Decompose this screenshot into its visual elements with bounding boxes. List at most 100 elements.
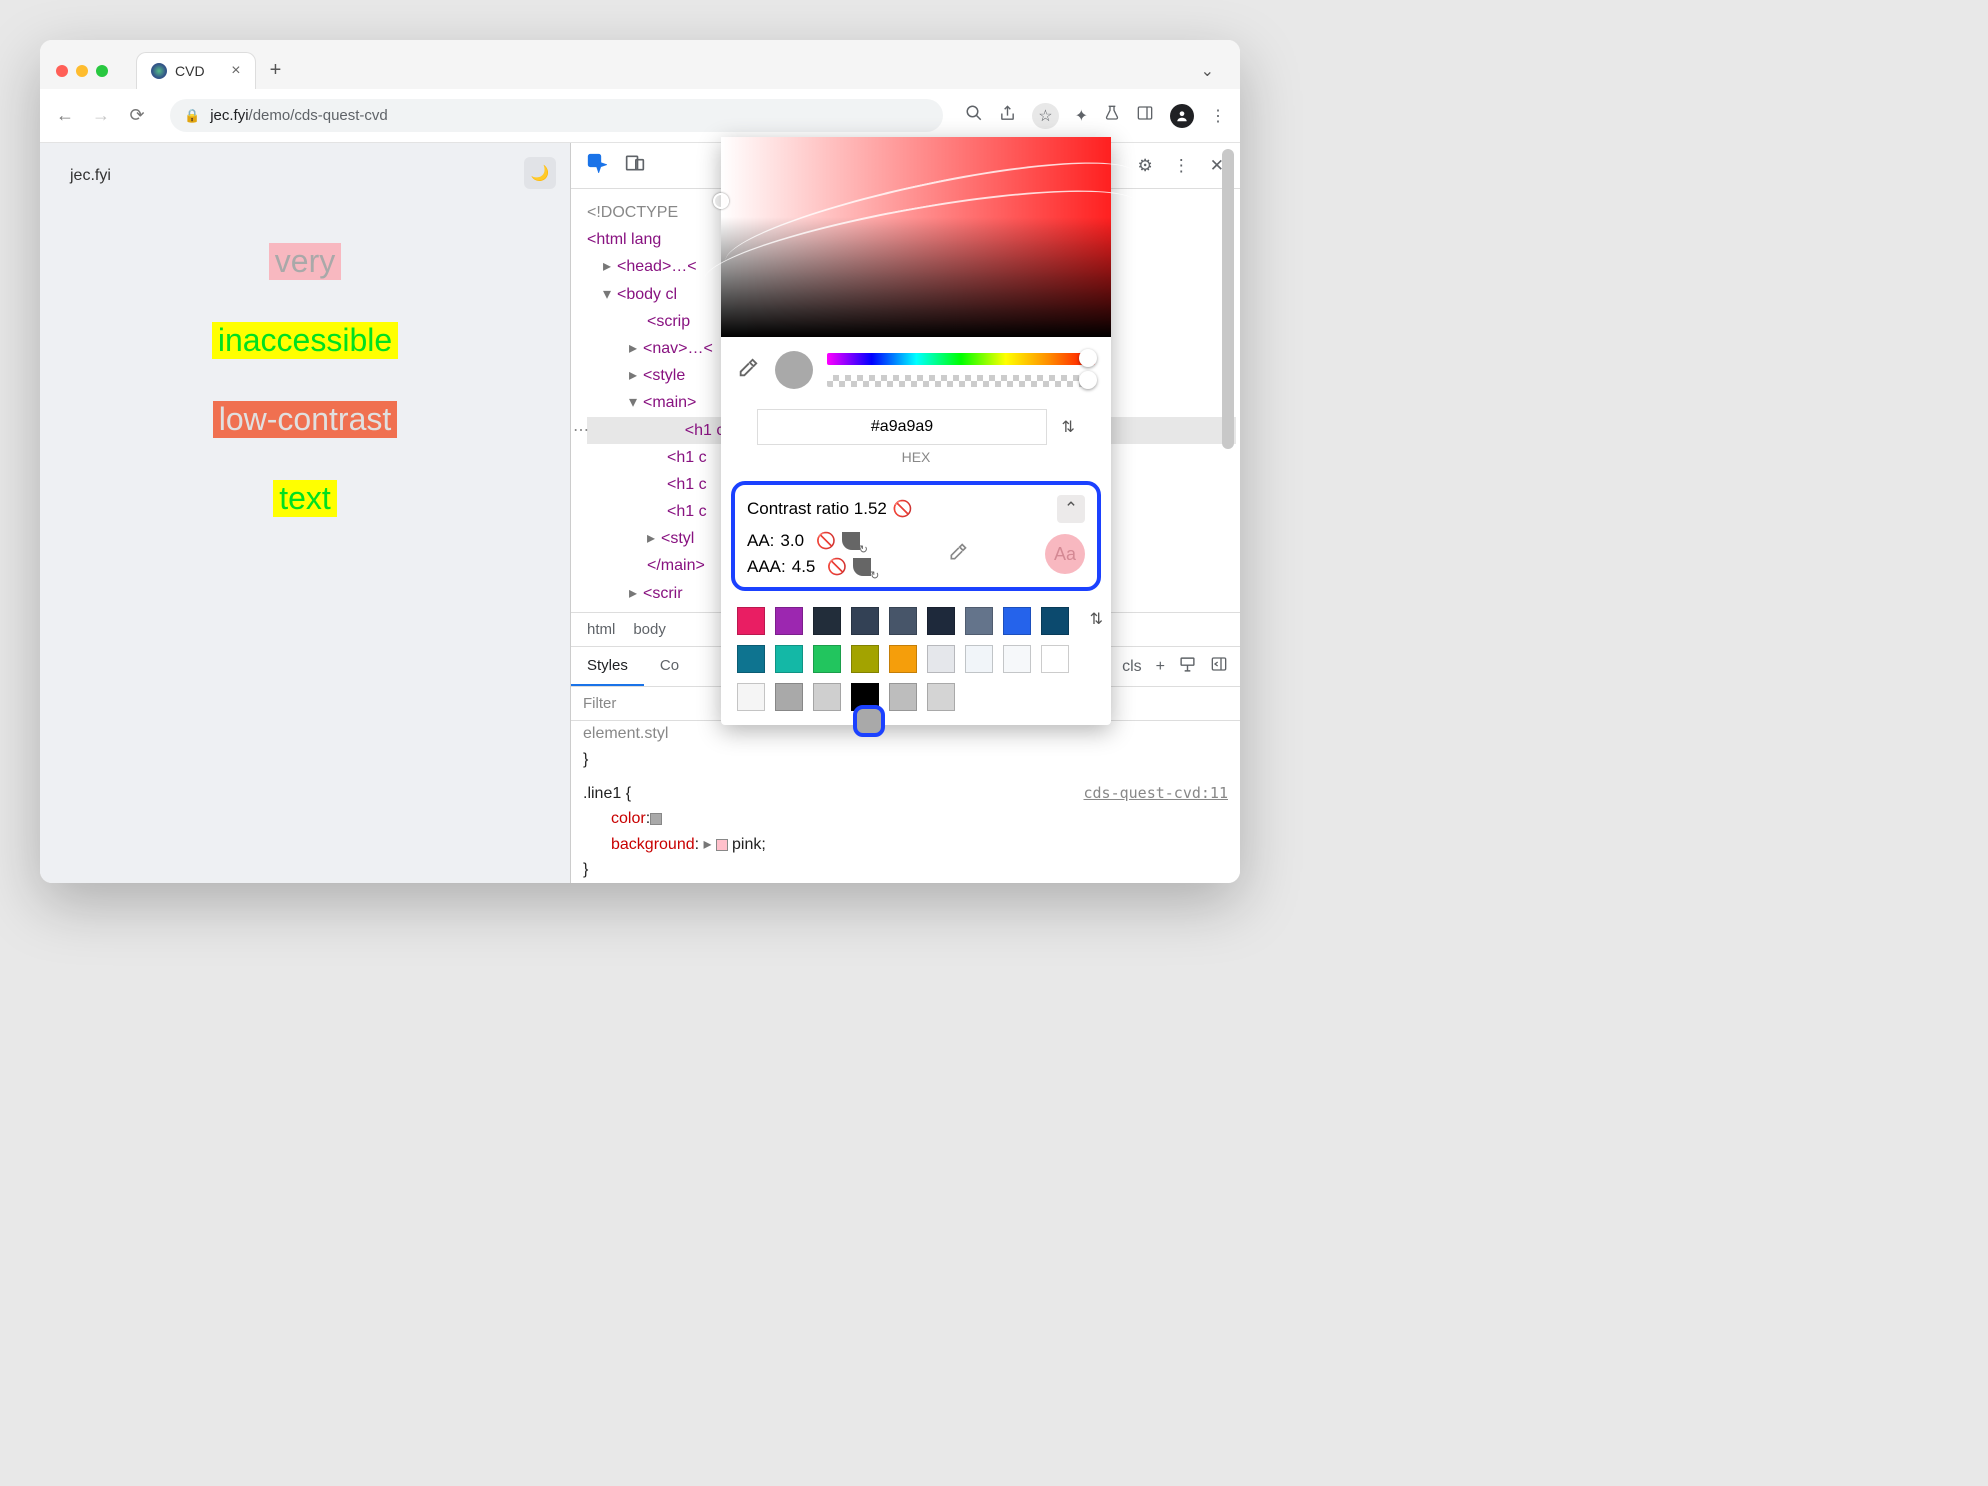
new-style-button[interactable]: + [1156,658,1165,676]
contrast-collapse-button[interactable]: ⌃ [1057,495,1085,523]
color-palette: ⇅ [721,597,1111,725]
styles-body: element.styl } cds-quest-cvd:11 .line1 {… [571,721,1240,883]
devtools-menu-icon[interactable]: ⋮ [1173,156,1190,176]
reload-button[interactable]: ⟳ [126,105,148,126]
devtools-panel: ⚙ ⋮ ✕ <!DOCTYPE <html lang ▸<head>…< ▾<b… [570,143,1240,883]
window-fullscreen-button[interactable] [96,65,108,77]
cls-toggle[interactable]: cls [1122,658,1142,676]
settings-icon[interactable]: ⚙ [1138,156,1153,176]
palette-swatch[interactable] [737,607,765,635]
alpha-slider[interactable] [827,375,1095,387]
inspect-element-icon[interactable] [587,153,607,178]
element-style-header: element.styl [583,721,1228,747]
dark-mode-toggle[interactable]: 🌙 [524,157,556,189]
sv-handle[interactable] [713,193,729,209]
tab-styles[interactable]: Styles [571,647,644,686]
palette-swatch[interactable] [775,645,803,673]
hue-slider[interactable] [827,353,1095,365]
bg-swatch[interactable] [716,839,728,851]
saturation-value-field[interactable] [721,137,1111,337]
contrast-fail-icon: 🚫 [893,499,913,519]
aaa-fail-icon: 🚫 [827,557,847,577]
palette-swatch[interactable] [1041,645,1069,673]
browser-window: CVD × + ⌄ ← → ⟳ 🔒 jec.fyi/demo/cds-quest… [40,40,1240,883]
palette-swatch[interactable] [851,645,879,673]
forward-button[interactable]: → [90,105,112,126]
palette-swatch[interactable] [1003,645,1031,673]
palette-swatch[interactable] [851,607,879,635]
palette-swatch[interactable] [737,645,765,673]
alpha-thumb[interactable] [1079,371,1097,389]
new-tab-button[interactable]: + [270,59,282,82]
eyedropper-icon[interactable] [737,357,761,384]
palette-swatch[interactable] [1041,607,1069,635]
demo-line-2: inaccessible [212,322,398,359]
share-icon[interactable] [999,105,1016,127]
selected-swatch-indicator[interactable] [853,705,885,737]
browser-tab[interactable]: CVD × [136,52,256,89]
element-style-close: } [583,747,1228,773]
palette-swatch[interactable] [965,645,993,673]
palette-swatch[interactable] [965,607,993,635]
tabs-dropdown-icon[interactable]: ⌄ [1201,61,1214,81]
palette-swatch[interactable] [889,683,917,711]
window-minimize-button[interactable] [76,65,88,77]
aa-value: 3.0 [780,531,804,551]
format-stepper[interactable]: ⇅ [1062,417,1075,437]
back-button[interactable]: ← [54,105,76,126]
aa-fail-icon: 🚫 [816,531,836,551]
rule-source-link[interactable]: cds-quest-cvd:11 [1084,781,1229,805]
demo-line-4: text [273,480,337,517]
palette-swatch[interactable] [813,607,841,635]
browser-menu-icon[interactable]: ⋮ [1210,106,1226,126]
hex-input[interactable]: #a9a9a9 [757,409,1047,445]
bookmark-icon[interactable]: ☆ [1032,103,1058,129]
tab-computed[interactable]: Co [644,647,695,686]
tab-close-icon[interactable]: × [231,62,240,80]
hue-thumb[interactable] [1079,349,1097,367]
url-text: jec.fyi/demo/cds-quest-cvd [210,107,388,124]
aaa-fix-button[interactable] [853,558,871,576]
css-prop-background[interactable]: background [611,836,695,853]
palette-swatch[interactable] [1003,607,1031,635]
url-bar[interactable]: 🔒 jec.fyi/demo/cds-quest-cvd [170,99,943,132]
contrast-eyedropper-icon[interactable] [948,542,968,567]
aa-fix-button[interactable] [842,532,860,550]
window-close-button[interactable] [56,65,68,77]
css-prop-color[interactable]: color [611,810,646,827]
palette-swatch[interactable] [813,645,841,673]
aa-label: AA: [747,531,774,551]
format-icon[interactable] [1179,656,1196,678]
tab-favicon [151,63,167,79]
scrollbar[interactable] [1222,149,1234,449]
extensions-icon[interactable]: ✦ [1075,106,1088,126]
sidepanel-icon[interactable] [1136,105,1154,126]
rule-close: } [583,857,1228,883]
tab-title: CVD [175,63,205,79]
palette-swatch[interactable] [889,645,917,673]
contrast-ratio-value: 1.52 [854,499,887,519]
profile-avatar[interactable] [1170,104,1194,128]
breadcrumb-body[interactable]: body [633,621,666,638]
demo-line-1: very [269,243,341,280]
css-selector[interactable]: .line1 { [583,785,631,802]
palette-swatch[interactable] [775,607,803,635]
palette-swatch[interactable] [927,683,955,711]
palette-stepper[interactable]: ⇅ [1090,609,1103,629]
palette-swatch[interactable] [775,683,803,711]
aaa-value: 4.5 [792,557,816,577]
palette-swatch[interactable] [927,607,955,635]
aaa-label: AAA: [747,557,786,577]
device-toolbar-icon[interactable] [625,153,645,178]
contrast-sample: Aa [1045,534,1085,574]
zoom-icon[interactable] [965,104,983,127]
labs-icon[interactable] [1104,104,1120,127]
breadcrumb-html[interactable]: html [587,621,615,638]
palette-swatch[interactable] [927,645,955,673]
palette-swatch[interactable] [889,607,917,635]
demo-line-3: low-contrast [213,401,398,438]
color-swatch-trigger[interactable] [650,813,662,825]
palette-swatch[interactable] [813,683,841,711]
palette-swatch[interactable] [737,683,765,711]
sidebar-toggle-icon[interactable] [1210,656,1228,677]
